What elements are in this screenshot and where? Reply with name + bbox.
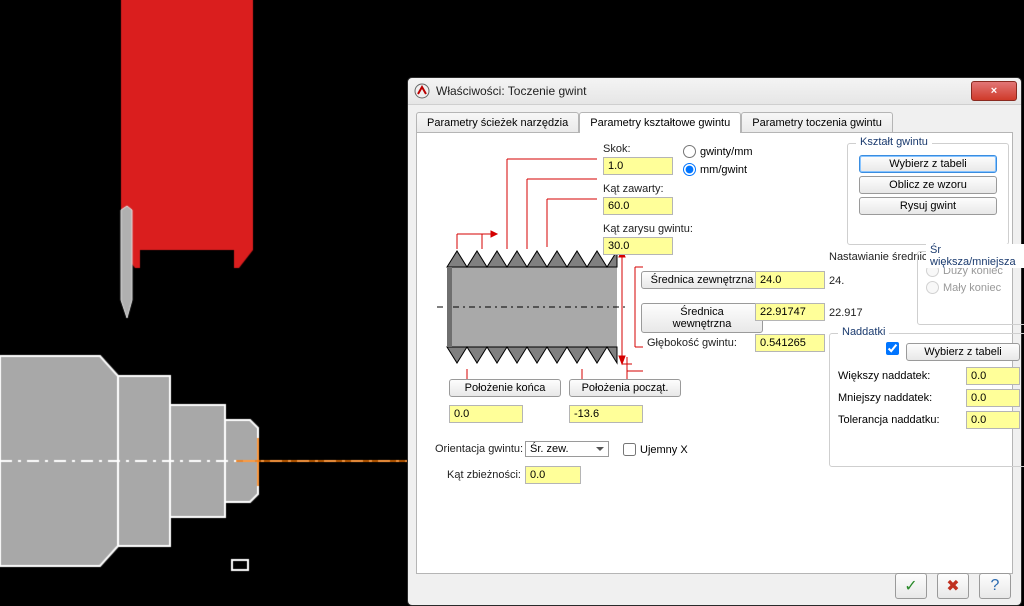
minor-allowance-input[interactable]	[966, 389, 1020, 407]
help-icon: ?	[991, 577, 1000, 595]
included-angle-input[interactable]	[603, 197, 673, 215]
profile-angle-label: Kąt zarysu gwintu:	[603, 223, 693, 235]
major-allowance-label: Większy naddatek:	[838, 370, 930, 382]
negative-x-checkbox[interactable]: Ujemny X	[623, 443, 688, 456]
taper-angle-input[interactable]	[525, 466, 581, 484]
dia-setting-value: 24.	[829, 275, 844, 287]
allowances-table-button[interactable]: Wybierz z tabeli	[906, 343, 1020, 361]
dialog-footer: ✓ ✖ ?	[895, 573, 1011, 599]
units-mm-label: mm/gwint	[700, 164, 747, 176]
close-button[interactable]: ×	[971, 81, 1017, 101]
units-tpi-radio[interactable]: gwinty/mm	[683, 145, 753, 158]
start-position-input[interactable]	[569, 405, 643, 423]
allowances-enable-checkbox[interactable]	[886, 342, 899, 355]
minor-allowance-label: Mniejszy naddatek:	[838, 392, 932, 404]
tab-thread-shape-params[interactable]: Parametry kształtowe gwintu	[579, 112, 741, 133]
thread-shape-group: Kształt gwintu Wybierz z tabeli Oblicz z…	[847, 143, 1009, 245]
tab-panel: Skok: gwinty/mm mm/gwint Kąt zawarty: Ką…	[416, 132, 1013, 574]
cancel-button[interactable]: ✖	[937, 573, 969, 599]
end-position-input[interactable]	[449, 405, 523, 423]
allowances-group: Naddatki Wybierz z tabeli Większy naddat…	[829, 333, 1024, 467]
outer-diameter-button[interactable]: Średnica zewnętrzna	[641, 271, 763, 289]
tab-toolpath-params[interactable]: Parametry ścieżek narzędzia	[416, 112, 579, 133]
pitch-input[interactable]	[603, 157, 673, 175]
units-tpi-label: gwinty/mm	[700, 146, 753, 158]
big-small-group: Śr większa/mniejsza Duży koniec Mały kon…	[917, 251, 1024, 325]
tol-allowance-label: Tolerancja naddatku:	[838, 414, 940, 426]
start-position-button[interactable]: Położenia począt.	[569, 379, 681, 397]
small-end-radio: Mały koniec	[926, 281, 1020, 294]
window-title: Właściwości: Toczenie gwint	[436, 84, 971, 98]
profile-angle-input[interactable]	[603, 237, 673, 255]
tab-thread-turning-params[interactable]: Parametry toczenia gwintu	[741, 112, 893, 133]
ok-button[interactable]: ✓	[895, 573, 927, 599]
tab-strip: Parametry ścieżek narzędzia Parametry ks…	[408, 105, 1021, 132]
inner-diameter-button[interactable]: Średnica wewnętrzna	[641, 303, 763, 333]
units-mm-radio[interactable]: mm/gwint	[683, 163, 747, 176]
inner-diameter-input[interactable]	[755, 303, 825, 321]
thread-depth-label: Głębokość gwintu:	[647, 337, 737, 349]
orientation-select[interactable]: Śr. zew.	[525, 441, 609, 457]
check-icon: ✓	[904, 576, 917, 596]
outer-diameter-input[interactable]	[755, 271, 825, 289]
dia-setting-value2: 22.917	[829, 307, 863, 319]
orientation-label: Orientacja gwintu:	[435, 443, 523, 455]
tol-allowance-input[interactable]	[966, 411, 1020, 429]
negative-x-label: Ujemny X	[640, 444, 688, 456]
compute-from-template-button[interactable]: Oblicz ze wzoru	[859, 176, 997, 194]
thread-diagram	[427, 139, 672, 419]
titlebar[interactable]: Właściwości: Toczenie gwint ×	[408, 78, 1021, 105]
thread-depth-input[interactable]	[755, 334, 825, 352]
thread-shape-legend: Kształt gwintu	[856, 136, 932, 148]
cross-icon: ✖	[946, 576, 959, 596]
taper-angle-label: Kąt zbieżności:	[447, 469, 521, 481]
close-icon: ×	[991, 85, 997, 97]
allowances-legend: Naddatki	[838, 326, 889, 338]
major-allowance-input[interactable]	[966, 367, 1020, 385]
big-small-legend: Śr większa/mniejsza	[926, 244, 1024, 268]
help-button[interactable]: ?	[979, 573, 1011, 599]
included-angle-label: Kąt zawarty:	[603, 183, 664, 195]
pitch-label: Skok:	[603, 143, 631, 155]
end-position-button[interactable]: Położenie końca	[449, 379, 561, 397]
properties-dialog: Właściwości: Toczenie gwint × Parametry …	[407, 77, 1022, 606]
small-end-label: Mały koniec	[943, 282, 1001, 294]
select-from-table-button[interactable]: Wybierz z tabeli	[859, 155, 997, 173]
app-icon	[414, 83, 430, 99]
draw-thread-button[interactable]: Rysuj gwint	[859, 197, 997, 215]
